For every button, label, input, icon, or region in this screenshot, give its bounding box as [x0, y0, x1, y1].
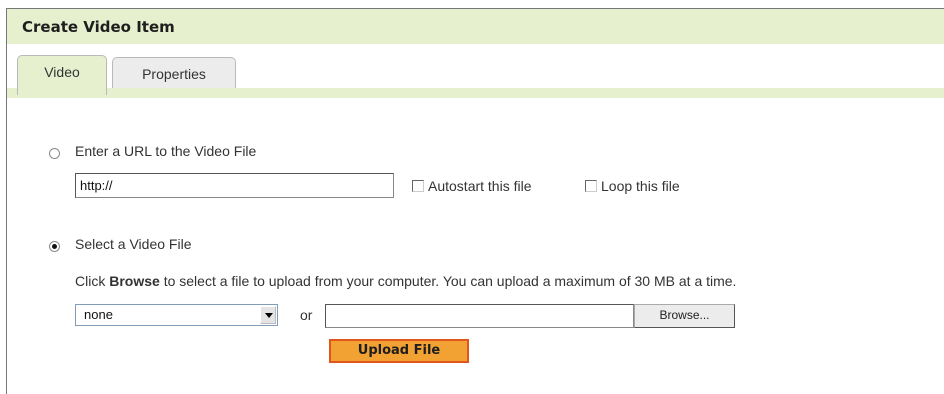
chevron-down-icon[interactable] — [260, 306, 276, 324]
loop-label: Loop this file — [601, 178, 680, 194]
file-option-radio[interactable] — [49, 241, 60, 252]
url-option-label: Enter a URL to the Video File — [75, 143, 257, 159]
video-file-dropdown[interactable]: none — [75, 304, 278, 326]
upload-file-button[interactable]: Upload File — [329, 339, 469, 363]
tab-video[interactable]: Video — [17, 55, 107, 95]
video-url-input[interactable] — [75, 173, 394, 198]
dropdown-value: none — [84, 307, 113, 322]
autostart-label: Autostart this file — [428, 178, 532, 194]
instructions-suffix: to select a file to upload from your com… — [159, 273, 737, 289]
file-path-input[interactable] — [325, 304, 634, 328]
autostart-checkbox[interactable] — [412, 180, 424, 192]
tab-properties[interactable]: Properties — [112, 57, 236, 88]
panel-header: Create Video Item — [7, 9, 944, 44]
tab-underline — [7, 88, 944, 98]
or-label: or — [300, 307, 313, 323]
upload-instructions: Click Browse to select a file to upload … — [75, 273, 736, 289]
browse-button[interactable]: Browse... — [634, 304, 735, 328]
file-option-label: Select a Video File — [75, 236, 192, 252]
panel-title: Create Video Item — [22, 18, 175, 36]
instructions-browse-word: Browse — [109, 273, 160, 289]
loop-checkbox[interactable] — [585, 180, 597, 192]
url-option-radio[interactable] — [49, 148, 60, 159]
instructions-prefix: Click — [75, 273, 110, 289]
